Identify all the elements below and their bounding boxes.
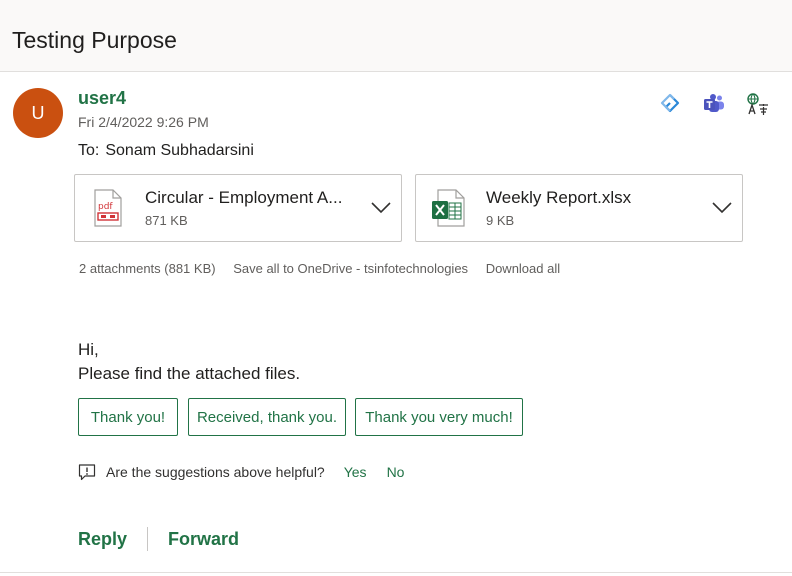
attachment-card-xlsx[interactable]: Weekly Report.xlsx 9 KB bbox=[415, 174, 743, 242]
loop-icon[interactable] bbox=[658, 92, 682, 116]
subject-bar: Testing Purpose bbox=[0, 0, 792, 72]
excel-file-icon bbox=[432, 189, 465, 227]
attachment-size: 9 KB bbox=[486, 213, 515, 228]
attachment-card-pdf[interactable]: pdf Circular - Employment A... 871 KB bbox=[74, 174, 402, 242]
attachment-name: Weekly Report.xlsx bbox=[486, 188, 632, 207]
suggested-reply-very-much[interactable]: Thank you very much! bbox=[355, 398, 523, 436]
email-body: Hi, Please find the attached files. bbox=[78, 338, 300, 386]
reply-actions: Reply Forward bbox=[78, 527, 239, 551]
chevron-down-icon[interactable] bbox=[712, 199, 732, 215]
save-all-onedrive-link[interactable]: Save all to OneDrive - tsinfotechnologie… bbox=[233, 261, 468, 276]
translate-icon[interactable] bbox=[746, 92, 770, 116]
feedback-icon bbox=[78, 464, 96, 481]
divider bbox=[147, 527, 149, 551]
sender-name[interactable]: user4 bbox=[78, 88, 126, 109]
forward-button[interactable]: Forward bbox=[168, 529, 239, 550]
to-label: To: bbox=[78, 142, 100, 159]
feedback-question: Are the suggestions above helpful? bbox=[106, 464, 325, 480]
attachment-name: Circular - Employment A... bbox=[145, 188, 343, 207]
sent-datetime: Fri 2/4/2022 9:26 PM bbox=[78, 114, 209, 130]
email-subject: Testing Purpose bbox=[12, 27, 177, 53]
download-all-link[interactable]: Download all bbox=[486, 261, 560, 276]
sender-avatar[interactable]: U bbox=[13, 88, 63, 138]
body-greeting: Hi, bbox=[78, 340, 99, 359]
feedback-yes-link[interactable]: Yes bbox=[344, 464, 367, 480]
avatar-initial: U bbox=[31, 102, 45, 123]
teams-icon[interactable] bbox=[702, 92, 726, 116]
attachment-size: 871 KB bbox=[145, 213, 188, 228]
recipient-name[interactable]: Sonam Subhadarsini bbox=[105, 142, 254, 159]
chevron-down-icon[interactable] bbox=[371, 199, 391, 215]
body-message: Please find the attached files. bbox=[78, 364, 301, 383]
feedback-no-link[interactable]: No bbox=[387, 464, 405, 480]
suggested-reply-thank-you[interactable]: Thank you! bbox=[78, 398, 178, 436]
recipient-line: To: Sonam Subhadarsini bbox=[78, 142, 260, 160]
attachment-actions: 2 attachments (881 KB) Save all to OneDr… bbox=[79, 261, 574, 276]
suggestions-feedback: Are the suggestions above helpful? Yes N… bbox=[78, 463, 404, 481]
suggested-reply-received[interactable]: Received, thank you. bbox=[188, 398, 346, 436]
svg-text:pdf: pdf bbox=[98, 202, 113, 212]
attachments-summary: 2 attachments (881 KB) bbox=[79, 261, 216, 276]
pdf-file-icon: pdf bbox=[94, 189, 122, 227]
divider bbox=[0, 572, 792, 573]
reply-button[interactable]: Reply bbox=[78, 529, 127, 550]
